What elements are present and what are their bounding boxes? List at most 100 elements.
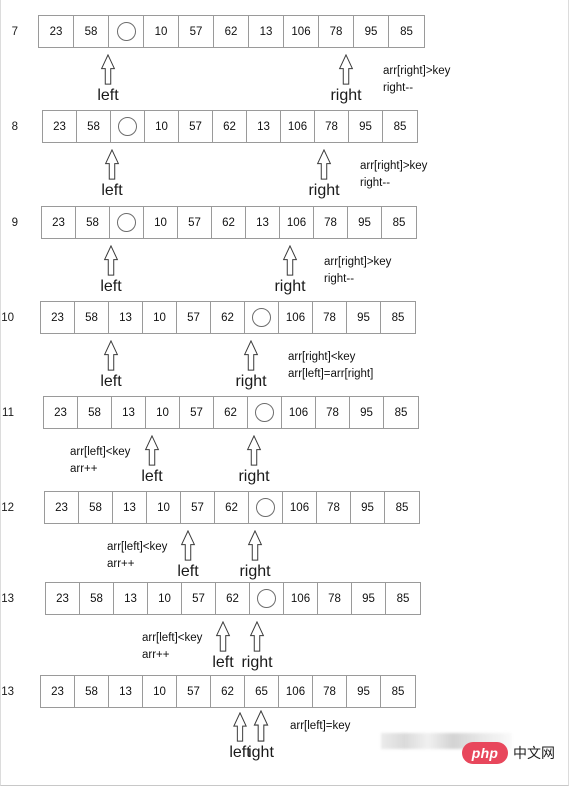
array-cell: 58 xyxy=(76,207,110,238)
step-index-label: 10 xyxy=(1,312,14,324)
condition-annotation: arr++ xyxy=(142,649,170,661)
step-index-label: 13 xyxy=(1,686,14,698)
pointer-label: right xyxy=(330,87,362,104)
array-cell: 62 xyxy=(213,111,247,142)
array-cell: 58 xyxy=(74,16,109,47)
up-arrow-icon xyxy=(215,621,231,652)
pointer-marker xyxy=(229,712,251,742)
array-cell: 13 xyxy=(109,302,143,333)
array-cell: 62 xyxy=(215,492,249,523)
array-cell xyxy=(250,583,284,614)
pointer-marker xyxy=(100,340,122,371)
array-cell: 78 xyxy=(317,492,351,523)
array-cell: 106 xyxy=(279,676,313,707)
array-cell: 57 xyxy=(177,676,211,707)
array-cell: 13 xyxy=(249,16,284,47)
array-cell: 78 xyxy=(316,397,350,428)
empty-slot-circle-icon xyxy=(117,213,136,232)
empty-slot-circle-icon xyxy=(256,498,275,517)
array-cell: 85 xyxy=(391,685,405,698)
up-arrow-icon xyxy=(180,530,196,561)
array-row: 23 58 13 10 57 62 106 78 95 85 xyxy=(44,491,420,524)
pointer-marker xyxy=(240,340,262,371)
up-arrow-icon xyxy=(233,712,247,742)
condition-annotation: arr[right]<key xyxy=(288,351,356,363)
array-cell xyxy=(245,302,279,333)
array-cell: 106 xyxy=(282,397,316,428)
pointer-marker xyxy=(100,245,122,276)
array-cell: 23 xyxy=(46,583,80,614)
array-cell: 10 xyxy=(145,111,179,142)
array-cell: 58 xyxy=(78,397,112,428)
up-arrow-icon xyxy=(316,149,332,180)
pointer-label: left xyxy=(97,87,119,104)
pointer-marker xyxy=(244,530,266,561)
empty-slot-circle-icon xyxy=(118,117,137,136)
condition-annotation: arr[left]<key xyxy=(70,446,131,458)
array-cell: 58 xyxy=(80,583,114,614)
empty-slot-circle-icon xyxy=(255,403,274,422)
up-arrow-icon xyxy=(243,340,259,371)
array-cell: 106 xyxy=(284,16,319,47)
empty-slot-circle-icon xyxy=(257,589,276,608)
pointer-label: right xyxy=(274,278,306,295)
array-row: 23 58 13 10 57 62 106 78 95 85 xyxy=(43,396,419,429)
empty-slot-circle-icon xyxy=(116,22,136,41)
array-cell: 23 xyxy=(42,207,76,238)
pointer-marker xyxy=(97,54,119,85)
array-cell: 78 xyxy=(313,302,347,333)
up-arrow-icon xyxy=(253,710,269,742)
array-cell: 57 xyxy=(178,207,212,238)
up-arrow-icon xyxy=(144,435,160,466)
array-cell: 85 xyxy=(396,592,410,605)
array-cell: 13 xyxy=(109,676,143,707)
array-cell: 10 xyxy=(148,583,182,614)
array-row: 23 58 13 10 57 62 106 78 95 85 xyxy=(40,301,416,334)
array-cell: 62 xyxy=(214,16,249,47)
up-arrow-icon xyxy=(103,340,119,371)
array-cell: 62 xyxy=(212,207,246,238)
pointer-label: left xyxy=(100,278,122,295)
array-cell xyxy=(109,16,144,47)
up-arrow-icon xyxy=(249,621,265,652)
array-cell: 95 xyxy=(347,302,381,333)
array-cell: 23 xyxy=(39,16,74,47)
array-cell xyxy=(248,397,282,428)
pointer-marker xyxy=(212,621,234,652)
array-cell xyxy=(111,111,145,142)
pointer-marker xyxy=(335,54,357,85)
pointer-label: left xyxy=(100,373,122,390)
up-arrow-icon xyxy=(103,245,119,276)
array-cell: 85 xyxy=(395,501,409,514)
array-cell: 78 xyxy=(314,207,348,238)
array-cell: 23 xyxy=(45,492,79,523)
array-cell: 13 xyxy=(114,583,148,614)
array-cell: 106 xyxy=(283,492,317,523)
array-cell: 106 xyxy=(280,207,314,238)
up-arrow-icon xyxy=(104,149,120,180)
watermark-site-label: 中文网 xyxy=(513,746,555,762)
pointer-marker xyxy=(141,435,163,466)
array-cell: 57 xyxy=(182,583,216,614)
array-cell: 10 xyxy=(146,397,180,428)
php-cn-watermark: php 中文网 xyxy=(462,742,555,764)
array-cell: 58 xyxy=(75,302,109,333)
array-cell: 13 xyxy=(112,397,146,428)
pointer-label: left xyxy=(177,563,199,580)
pointer-marker xyxy=(243,435,265,466)
array-cell: 95 xyxy=(347,676,381,707)
condition-annotation: arr[right]>key xyxy=(360,160,428,172)
pointer-marker xyxy=(279,245,301,276)
array-cell: 85 xyxy=(400,25,413,38)
pointer-label: right xyxy=(308,182,340,199)
array-cell: 58 xyxy=(75,676,109,707)
array-cell: 10 xyxy=(143,676,177,707)
up-arrow-icon xyxy=(247,530,263,561)
array-cell: 78 xyxy=(313,676,347,707)
condition-annotation: arr++ xyxy=(70,463,98,475)
step-index-label: 7 xyxy=(11,26,18,38)
up-arrow-icon xyxy=(282,245,298,276)
array-cell: 57 xyxy=(179,16,214,47)
array-cell: 23 xyxy=(44,397,78,428)
array-cell xyxy=(110,207,144,238)
